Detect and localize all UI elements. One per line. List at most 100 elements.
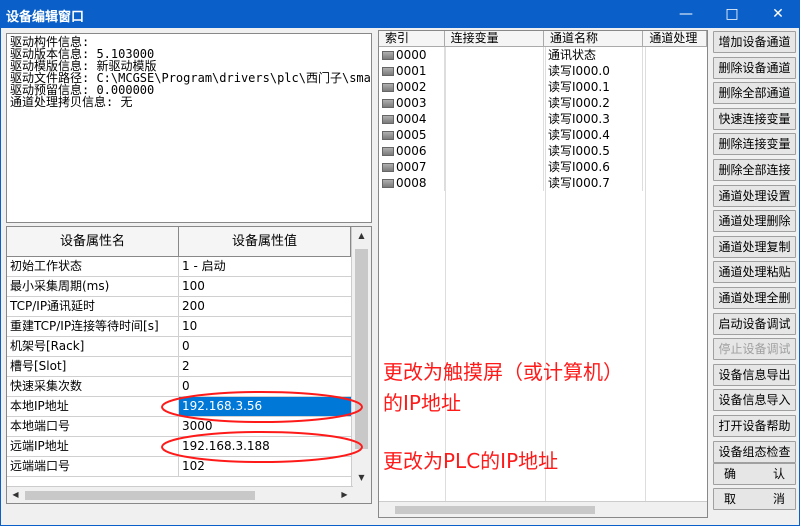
channel-index: 0004: [396, 112, 427, 126]
action-button[interactable]: 快速连接变量: [713, 107, 796, 130]
header-connected-variable[interactable]: 连接变量: [444, 31, 544, 47]
channel-index-cell: 0006: [379, 143, 445, 159]
property-row[interactable]: 本地端口号 3000: [7, 417, 351, 437]
property-value[interactable]: 192.168.3.188: [179, 437, 351, 456]
header-property-value[interactable]: 设备属性值: [179, 227, 351, 257]
property-value[interactable]: 102: [179, 457, 351, 476]
channel-name: 读写I000.5: [544, 143, 644, 159]
channel-row[interactable]: 0003 读写I000.2: [379, 95, 707, 111]
action-button[interactable]: 启动设备调试: [713, 312, 796, 335]
property-row[interactable]: 本地IP地址 192.168.3.56: [7, 397, 351, 417]
channel-row[interactable]: 0006 读写I000.5: [379, 143, 707, 159]
property-row[interactable]: 远端端口号 102: [7, 457, 351, 477]
property-value[interactable]: 0: [179, 377, 351, 396]
property-value[interactable]: 1 - 启动: [179, 257, 351, 276]
device-property-grid: 设备属性名 设备属性值 初始工作状态 1 - 启动 最小采集周期(ms) 100 TCP…: [6, 226, 372, 504]
property-row[interactable]: 槽号[Slot] 2: [7, 357, 351, 377]
action-button[interactable]: 通道处理设置: [713, 184, 796, 207]
property-value[interactable]: 200: [179, 297, 351, 316]
remote-ip-annotation: 更改为PLC的IP地址: [383, 449, 559, 473]
channel-processing: [643, 143, 707, 159]
header-channel-name[interactable]: 通道名称: [544, 31, 644, 47]
confirm-label-right: 认: [772, 467, 785, 481]
action-button[interactable]: 通道处理复制: [713, 235, 796, 258]
channel-index: 0008: [396, 176, 427, 190]
header-index[interactable]: 索引: [379, 31, 445, 47]
action-button[interactable]: 删除连接变量: [713, 133, 796, 156]
channel-horizontal-scrollbar[interactable]: [379, 501, 707, 517]
close-button[interactable]: ✕: [756, 0, 800, 28]
channel-variable: [445, 159, 544, 175]
action-button[interactable]: 打开设备帮助: [713, 415, 796, 437]
channel-list: 索引 连接变量 通道名称 通道处理 0000 通讯状态 0001 读写I000.0 00…: [378, 30, 708, 518]
channel-processing: [643, 175, 707, 191]
channel-list-header: 索引 连接变量 通道名称 通道处理: [379, 31, 707, 47]
action-button[interactable]: 通道处理删除: [713, 210, 796, 233]
confirm-button[interactable]: 确 认: [713, 463, 796, 485]
property-name: 本地端口号: [7, 417, 179, 436]
property-row[interactable]: 机架号[Rack] 0: [7, 337, 351, 357]
action-button[interactable]: 删除设备通道: [713, 56, 796, 79]
scroll-thumb[interactable]: [355, 249, 368, 449]
property-name: TCP/IP通讯延时: [7, 297, 179, 316]
property-value[interactable]: 192.168.3.56: [179, 397, 351, 416]
channel-row[interactable]: 0007 读写I000.6: [379, 159, 707, 175]
property-value[interactable]: 2: [179, 357, 351, 376]
channel-index: 0003: [396, 96, 427, 110]
property-value[interactable]: 100: [179, 277, 351, 296]
property-value[interactable]: 0: [179, 337, 351, 356]
channel-name: 通讯状态: [544, 47, 644, 63]
action-button[interactable]: 通道处理粘贴: [713, 261, 796, 284]
channel-processing: [643, 111, 707, 127]
channel-row[interactable]: 0001 读写I000.0: [379, 63, 707, 79]
channel-row[interactable]: 0000 通讯状态: [379, 47, 707, 63]
property-grid-header: 设备属性名 设备属性值: [7, 227, 351, 257]
property-row[interactable]: 最小采集周期(ms) 100: [7, 277, 351, 297]
property-value[interactable]: 10: [179, 317, 351, 336]
scroll-up-arrow-icon[interactable]: ▲: [352, 227, 371, 244]
property-horizontal-scrollbar[interactable]: ◀ ▶: [7, 486, 353, 503]
driver-info-textbox[interactable]: 驱动构件信息: 驱动版本信息: 5.103000 驱动模版信息: 新驱动模版 驱…: [6, 33, 372, 223]
action-button[interactable]: 删除全部通道: [713, 82, 796, 105]
channel-row-icon: [382, 51, 394, 60]
maximize-button[interactable]: □: [710, 0, 754, 28]
channel-row[interactable]: 0002 读写I000.1: [379, 79, 707, 95]
scroll-thumb[interactable]: [395, 506, 595, 514]
property-name: 初始工作状态: [7, 257, 179, 276]
property-row[interactable]: 重建TCP/IP连接等待时间[s] 10: [7, 317, 351, 337]
action-button[interactable]: 设备信息导入: [713, 389, 796, 412]
channel-processing: [643, 159, 707, 175]
scroll-left-arrow-icon[interactable]: ◀: [7, 487, 24, 503]
channel-variable: [445, 79, 544, 95]
channel-rows: 0000 通讯状态 0001 读写I000.0 0002 读写I000.1 0003 读写I0…: [379, 47, 707, 191]
action-button[interactable]: 删除全部连接: [713, 159, 796, 181]
channel-row[interactable]: 0005 读写I000.4: [379, 127, 707, 143]
action-button[interactable]: 增加设备通道: [713, 31, 796, 53]
property-row[interactable]: 初始工作状态 1 - 启动: [7, 257, 351, 277]
property-row[interactable]: 快速采集次数 0: [7, 377, 351, 397]
scroll-thumb[interactable]: [25, 491, 255, 500]
channel-row-icon: [382, 115, 394, 124]
scroll-right-arrow-icon[interactable]: ▶: [336, 487, 353, 503]
header-property-name[interactable]: 设备属性名: [7, 227, 179, 257]
channel-name: 读写I000.0: [544, 63, 644, 79]
channel-processing: [643, 79, 707, 95]
property-vertical-scrollbar[interactable]: ▲ ▼: [351, 227, 371, 503]
action-button[interactable]: 设备组态检查: [713, 440, 796, 463]
channel-name: 读写I000.7: [544, 175, 644, 191]
scroll-down-arrow-icon[interactable]: ▼: [352, 469, 371, 486]
minimize-button[interactable]: —: [664, 0, 708, 28]
action-button[interactable]: 设备信息导出: [713, 363, 796, 386]
channel-variable: [445, 143, 544, 159]
channel-row[interactable]: 0004 读写I000.3: [379, 111, 707, 127]
action-button[interactable]: 通道处理全删: [713, 287, 796, 309]
channel-row-icon: [382, 83, 394, 92]
header-channel-processing[interactable]: 通道处理: [643, 31, 707, 47]
channel-row[interactable]: 0008 读写I000.7: [379, 175, 707, 191]
cancel-button[interactable]: 取 消: [713, 488, 796, 510]
property-row[interactable]: TCP/IP通讯延时 200: [7, 297, 351, 317]
property-value[interactable]: 3000: [179, 417, 351, 436]
property-row[interactable]: 远端IP地址 192.168.3.188: [7, 437, 351, 457]
channel-index: 0007: [396, 160, 427, 174]
property-name: 远端IP地址: [7, 437, 179, 456]
